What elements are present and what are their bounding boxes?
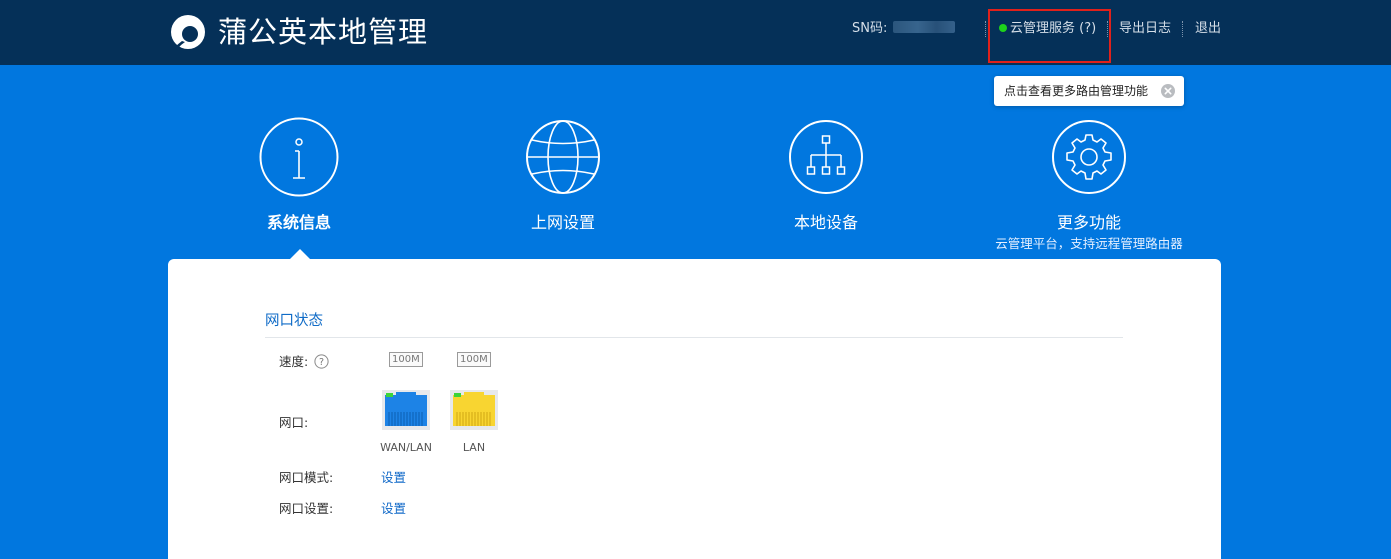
help-icon[interactable]: ?	[314, 354, 329, 369]
port-mode-settings-link[interactable]: 设置	[381, 469, 406, 487]
port-speed-badge: 100M	[389, 352, 423, 367]
nav-system-info[interactable]: 系统信息	[209, 117, 389, 257]
port-name-lan: LAN	[462, 441, 486, 454]
status-online-dot	[999, 24, 1007, 32]
cloud-service-tooltip: 点击查看更多路由管理功能	[994, 76, 1184, 106]
nav-internet-settings-label: 上网设置	[530, 213, 595, 232]
tooltip-text: 点击查看更多路由管理功能	[1004, 84, 1149, 98]
ethernet-port-lan-icon[interactable]	[450, 390, 498, 430]
network-topology-icon	[789, 120, 863, 194]
logout-link[interactable]: 退出	[1195, 20, 1221, 38]
sn-display: SN码:	[852, 20, 956, 38]
port-label: 网口:	[279, 415, 309, 430]
nav-more-features[interactable]: 更多功能 云管理平台，支持远程管理路由器	[995, 117, 1183, 257]
header-divider	[985, 21, 986, 37]
nav-more-features-subtitle: 云管理平台，支持远程管理路由器	[995, 236, 1183, 251]
nav-more-features-label: 更多功能	[1056, 213, 1121, 232]
speed-label: 速度:	[279, 354, 309, 369]
app-title: 蒲公英本地管理	[218, 15, 429, 49]
sn-value-masked	[893, 21, 956, 33]
section-title: 网口状态	[265, 313, 323, 329]
header-divider	[1182, 21, 1183, 37]
close-circle-icon[interactable]	[1160, 83, 1176, 99]
nav-internet-settings[interactable]: 上网设置	[473, 117, 653, 257]
globe-icon	[526, 120, 600, 194]
cloud-service-link[interactable]: 云管理服务 (?)	[999, 20, 1096, 38]
content-panel: 网口状态 速度: ? 100M 100M 网口: WAN/LAN LAN 网口模…	[168, 259, 1221, 559]
top-header: 蒲公英本地管理 SN码: 云管理服务 (?) 导出日志 退出	[0, 0, 1391, 65]
cloud-service-label: 云管理服务 (?)	[1010, 21, 1097, 36]
sn-label: SN码:	[852, 21, 888, 36]
header-divider	[1107, 21, 1108, 37]
svg-text:?: ?	[319, 357, 324, 368]
dandelion-logo-icon	[171, 15, 205, 49]
port-settings-label: 网口设置:	[279, 501, 334, 516]
ethernet-port-wan-icon[interactable]	[382, 390, 430, 430]
section-divider	[265, 337, 1123, 338]
nav-system-info-label: 系统信息	[266, 213, 331, 232]
port-speed-badge: 100M	[457, 352, 491, 367]
gear-icon	[1052, 120, 1126, 194]
active-tab-indicator	[290, 249, 310, 259]
port-mode-label: 网口模式:	[279, 470, 334, 485]
speed-row-label: 速度: ?	[279, 353, 329, 371]
port-settings-link[interactable]: 设置	[381, 500, 406, 518]
export-log-link[interactable]: 导出日志	[1119, 20, 1171, 38]
info-icon	[259, 117, 339, 197]
nav-local-devices[interactable]: 本地设备	[736, 117, 916, 257]
nav-local-devices-label: 本地设备	[793, 213, 858, 232]
